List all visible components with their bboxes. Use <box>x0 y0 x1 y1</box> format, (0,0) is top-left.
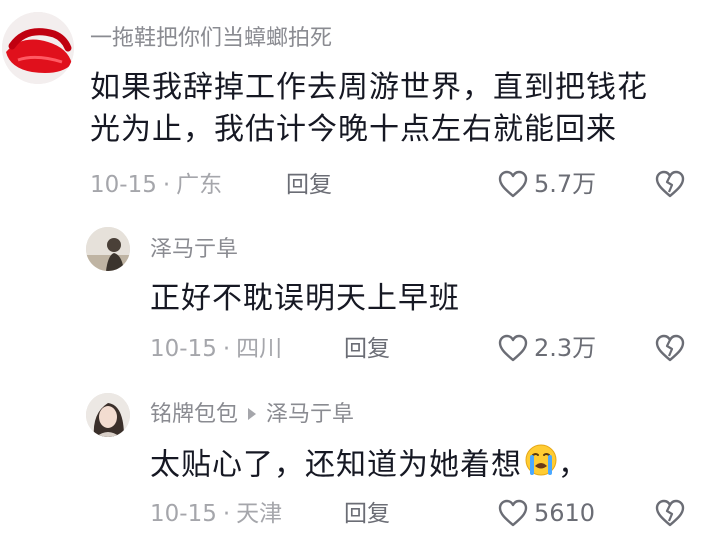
comment-text: 太贴心了，还知道为她着想 ， <box>150 443 589 489</box>
reply-arrow-icon <box>248 408 257 420</box>
reply-comment-2: 铭牌包包 泽马亍阜 太贴心了，还知道为她着想 ， 10-15 · 天津 回复 5610 <box>0 385 707 544</box>
comment-username[interactable]: 铭牌包包 <box>150 402 238 427</box>
comment-date: 10-15 <box>150 336 217 362</box>
dislike-button[interactable] <box>655 334 685 362</box>
separator: · <box>162 172 171 198</box>
avatar[interactable] <box>2 12 74 84</box>
broken-heart-outline-icon <box>655 499 685 527</box>
like-count: 2.3万 <box>534 334 597 362</box>
comment-location: 四川 <box>236 336 283 362</box>
heart-outline-icon <box>498 170 528 198</box>
reply-to-username[interactable]: 泽马亍阜 <box>266 402 354 427</box>
comment-text-main: 太贴心了，还知道为她着想 <box>150 447 522 483</box>
comment-username-line: 铭牌包包 泽马亍阜 <box>150 404 354 426</box>
broken-heart-outline-icon <box>655 170 685 198</box>
heart-outline-icon <box>498 334 528 362</box>
like-button[interactable]: 2.3万 <box>498 334 596 362</box>
avatar[interactable] <box>86 227 130 271</box>
comment-text: 如果我辞掉工作去周游世界，直到把钱花 光为止，我估计今晚十点左右就能回来 <box>90 67 648 151</box>
separator: · <box>222 336 231 362</box>
comment-text-line: 如果我辞掉工作去周游世界，直到把钱花 <box>90 70 648 105</box>
crying-face-emoji <box>524 443 558 489</box>
comment-meta: 10-15 · 天津 <box>150 503 282 526</box>
comment-username[interactable]: 一拖鞋把你们当蟑螂拍死 <box>90 28 332 50</box>
comment-text-line: 光为止，我估计今晚十点左右就能回来 <box>90 112 617 147</box>
avatar[interactable] <box>86 393 130 437</box>
comment-text-suffix: ， <box>558 447 589 483</box>
comment-location: 广东 <box>176 172 223 198</box>
reply-comment-1: 泽马亍阜 正好不耽误明天上早班 10-15 · 四川 回复 2.3万 <box>0 215 707 385</box>
reply-button[interactable]: 回复 <box>344 338 390 361</box>
like-button[interactable]: 5610 <box>498 499 595 527</box>
comment-meta: 10-15 · 四川 <box>150 338 282 361</box>
comment-1: 一拖鞋把你们当蟑螂拍死 如果我辞掉工作去周游世界，直到把钱花 光为止，我估计今晚… <box>0 0 707 215</box>
reply-button[interactable]: 回复 <box>344 503 390 526</box>
broken-heart-outline-icon <box>655 334 685 362</box>
avatar-photo-icon <box>86 227 130 271</box>
dislike-button[interactable] <box>655 499 685 527</box>
like-button[interactable]: 5.7万 <box>498 170 596 198</box>
comment-text: 正好不耽误明天上早班 <box>150 281 460 316</box>
avatar-photo-icon <box>86 393 130 437</box>
dislike-button[interactable] <box>655 170 685 198</box>
comment-location: 天津 <box>236 501 283 527</box>
heart-outline-icon <box>498 499 528 527</box>
comment-meta: 10-15 · 广东 <box>90 174 222 197</box>
comment-date: 10-15 <box>150 501 217 527</box>
separator: · <box>222 501 231 527</box>
comment-username[interactable]: 泽马亍阜 <box>150 239 238 261</box>
slipper-icon <box>2 12 74 84</box>
like-count: 5610 <box>534 499 596 527</box>
like-count: 5.7万 <box>534 170 597 198</box>
reply-button[interactable]: 回复 <box>286 174 332 197</box>
comment-date: 10-15 <box>90 172 157 198</box>
